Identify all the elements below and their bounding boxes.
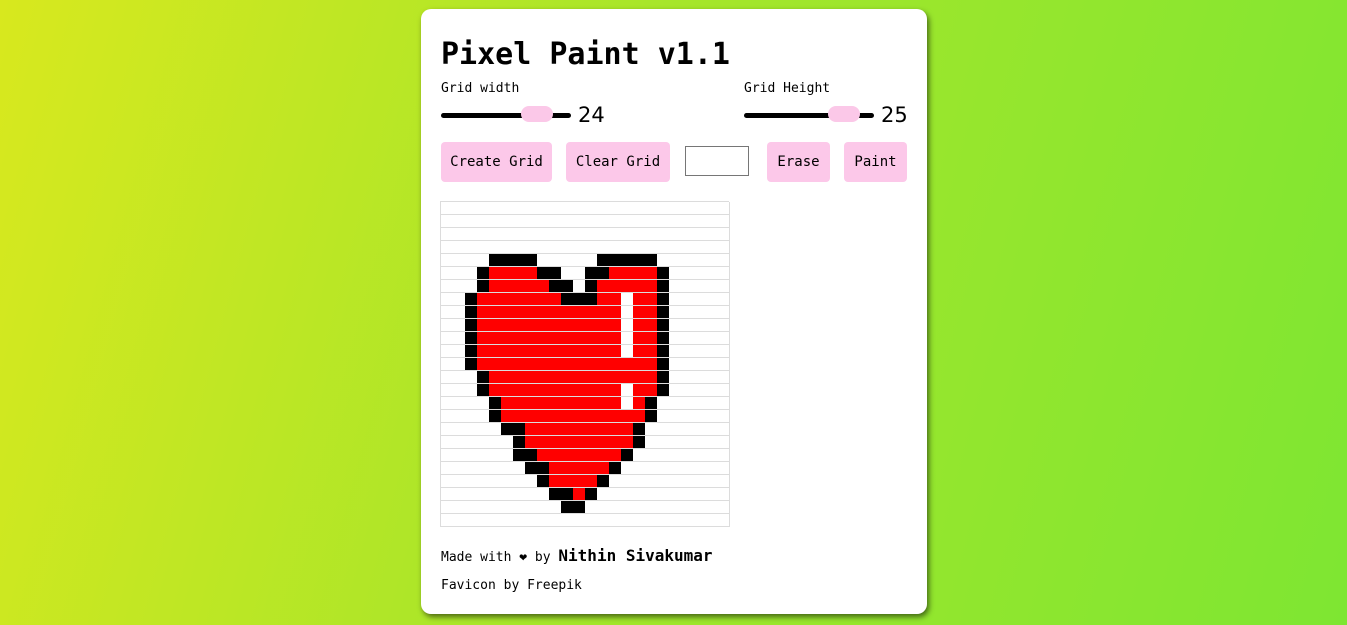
grid-width-label: Grid width: [441, 81, 520, 96]
page-title: Pixel Paint v1.1: [441, 37, 730, 72]
pixel-cell[interactable]: [717, 371, 730, 384]
pixel-cell[interactable]: [717, 345, 730, 358]
grid-height-control: Grid Height 25: [744, 81, 944, 128]
grid-height-value: 25: [881, 103, 908, 127]
author-name: Nithin Sivakumar: [558, 546, 713, 565]
pixel-canvas-grid[interactable]: [440, 201, 730, 527]
pixel-cell[interactable]: [717, 254, 730, 267]
grid-width-slider-thumb[interactable]: [521, 106, 554, 122]
pixel-cell[interactable]: [717, 488, 730, 501]
color-picker-input[interactable]: [685, 146, 749, 176]
pixel-cell[interactable]: [717, 462, 730, 475]
clear-grid-button[interactable]: Clear Grid: [566, 142, 670, 182]
pixel-cell[interactable]: [717, 202, 730, 215]
pixel-cell[interactable]: [717, 423, 730, 436]
pixel-cell[interactable]: [717, 293, 730, 306]
made-with-text: Made with ❤ by: [441, 550, 551, 565]
pixel-cell[interactable]: [717, 267, 730, 280]
favicon-credit: Favicon by Freepik: [441, 578, 582, 593]
grid-width-control: Grid width 24: [441, 81, 641, 128]
pixel-cell[interactable]: [717, 319, 730, 332]
pixel-cell[interactable]: [717, 514, 730, 527]
grid-height-label: Grid Height: [744, 81, 831, 96]
pixel-cell[interactable]: [717, 436, 730, 449]
pixel-cell[interactable]: [717, 241, 730, 254]
pixel-cell[interactable]: [717, 280, 730, 293]
pixel-cell[interactable]: [717, 215, 730, 228]
pixel-cell[interactable]: [717, 397, 730, 410]
app-card: Pixel Paint v1.1 Grid width 24 Grid Heig…: [421, 9, 927, 614]
pixel-cell[interactable]: [717, 384, 730, 397]
credits-line: Made with ❤ by Nithin Sivakumar: [441, 546, 713, 568]
pixel-cell[interactable]: [717, 475, 730, 488]
pixel-cell[interactable]: [717, 332, 730, 345]
pixel-cell[interactable]: [717, 410, 730, 423]
create-grid-button[interactable]: Create Grid: [441, 142, 552, 182]
paint-button[interactable]: Paint: [844, 142, 907, 182]
grid-height-slider-thumb[interactable]: [828, 106, 861, 122]
pixel-cell[interactable]: [717, 228, 730, 241]
erase-button[interactable]: Erase: [767, 142, 830, 182]
pixel-cell[interactable]: [717, 358, 730, 371]
pixel-cell[interactable]: [717, 501, 730, 514]
pixel-cell[interactable]: [717, 449, 730, 462]
pixel-cell[interactable]: [717, 306, 730, 319]
grid-width-value: 24: [578, 103, 605, 127]
